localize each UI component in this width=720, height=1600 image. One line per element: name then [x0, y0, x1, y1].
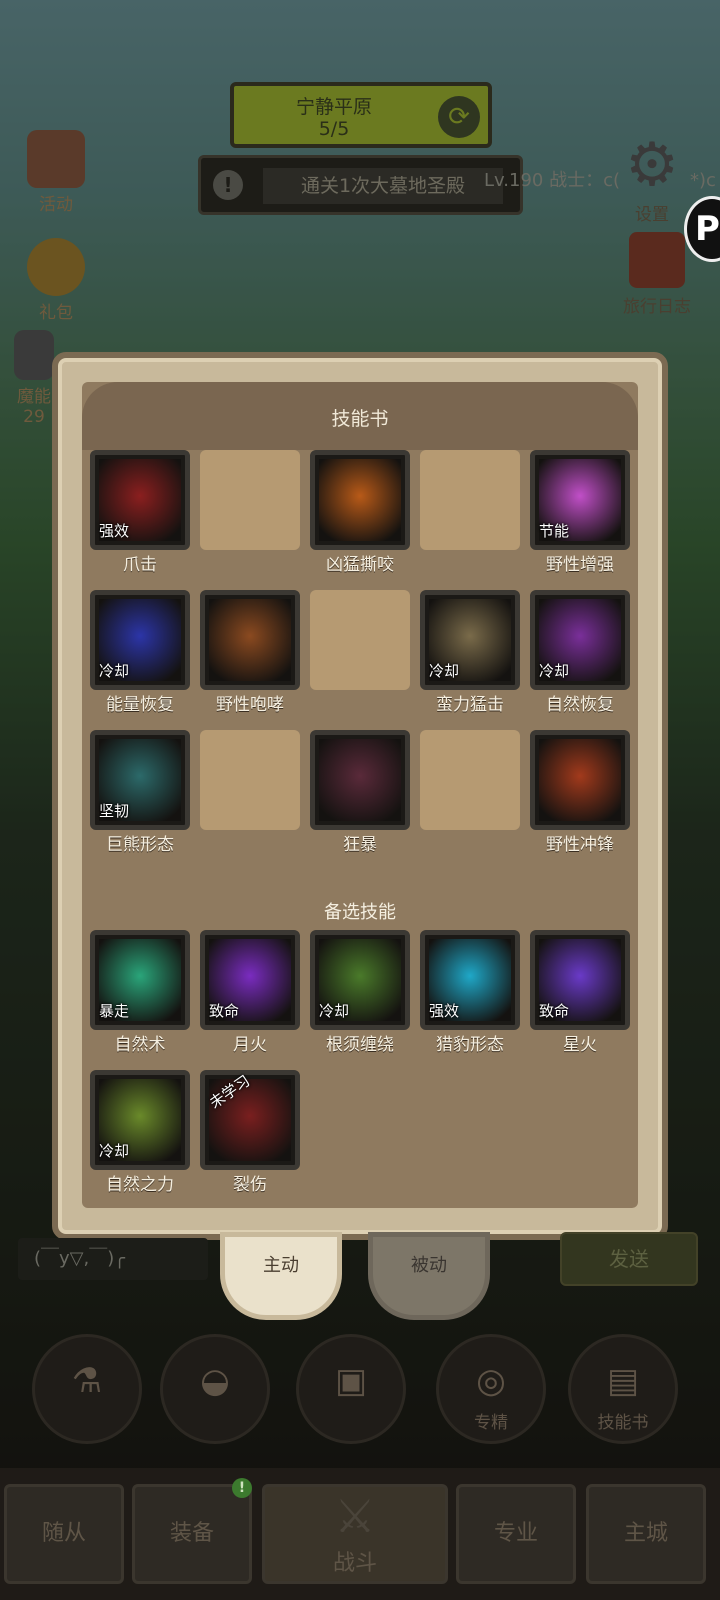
skill-name-label: 根须缠绕: [326, 1035, 394, 1055]
skill-modifier-tag: 强效: [99, 522, 130, 540]
chest-icon: ▣: [334, 1361, 368, 1401]
bread-button[interactable]: ◒: [160, 1334, 270, 1444]
skill-slot[interactable]: 冷却: [420, 590, 520, 690]
gift-button[interactable]: 礼包: [18, 238, 94, 323]
skill-modifier-tag: 致命: [209, 1002, 240, 1020]
nav-followers[interactable]: 随从: [4, 1484, 124, 1584]
gear-icon: ⚙: [625, 130, 679, 200]
alternate-skill-slot[interactable]: 冷却: [90, 1070, 190, 1170]
quest-text: 通关1次大墓地圣殿: [263, 168, 503, 204]
skill-name-label: 自然恢复: [546, 695, 614, 715]
skill-name-label: 自然术: [114, 1035, 166, 1055]
roar-icon: [209, 599, 291, 681]
skill-modifier-tag: 节能: [539, 522, 570, 540]
skill-slot[interactable]: 节能: [530, 450, 630, 550]
alternate-skill-slot[interactable]: 暴走: [90, 930, 190, 1030]
skill-modifier-tag: 强效: [429, 1002, 460, 1020]
alternate-skill-slot[interactable]: 未学习: [200, 1070, 300, 1170]
quest-bar[interactable]: ! 通关1次大墓地圣殿: [198, 155, 523, 215]
skill-slot[interactable]: 冷却: [530, 590, 630, 690]
skill-name-label: 猎豹形态: [436, 1035, 504, 1055]
panel-header: 技能书: [82, 382, 638, 450]
bread-icon: ◒: [200, 1361, 230, 1401]
skill-slot[interactable]: [200, 590, 300, 690]
refresh-icon[interactable]: ⟳: [438, 96, 480, 138]
skill-name-label: 凶猛撕咬: [326, 555, 394, 575]
skill-modifier-tag: 暴走: [99, 1002, 130, 1020]
activity-button[interactable]: 活动: [14, 130, 98, 215]
skill-name-label: 蛮力猛击: [436, 695, 504, 715]
berserk-bear-icon: [319, 739, 401, 821]
potion-icon: ⚗: [71, 1361, 103, 1401]
skill-modifier-tag: 冷却: [99, 1142, 130, 1160]
skill-slot[interactable]: [310, 730, 410, 830]
notification-badge: !: [232, 1478, 252, 1498]
skill-name-label: 星火: [563, 1035, 597, 1055]
skill-name-label: 裂伤: [233, 1175, 267, 1195]
empty-skill-slot[interactable]: [310, 590, 410, 690]
alternate-skill-slot[interactable]: 致命: [530, 930, 630, 1030]
nav-battle[interactable]: ⚔ 战斗: [262, 1484, 448, 1584]
helmet-icon: [14, 330, 54, 380]
zone-progress: 5/5: [318, 118, 350, 140]
tab-active-skills[interactable]: 主动: [220, 1232, 342, 1320]
ferocious-bite-icon: [319, 459, 401, 541]
skillbook-icon: ▤: [606, 1361, 640, 1401]
skill-modifier-tag: 冷却: [429, 662, 460, 680]
skill-modifier-tag: 致命: [539, 1002, 570, 1020]
skill-name-label: 狂暴: [343, 835, 377, 855]
book-icon: [27, 130, 85, 188]
panel-title: 技能书: [331, 408, 389, 430]
skill-name-label: 能量恢复: [106, 695, 174, 715]
skill-slot[interactable]: [530, 730, 630, 830]
skill-name-label: 野性增强: [546, 555, 614, 575]
skill-modifier-tag: 坚韧: [99, 802, 130, 820]
magic-button[interactable]: 魔能 29: [14, 330, 54, 427]
send-button[interactable]: 发送: [560, 1232, 698, 1286]
empty-skill-slot[interactable]: [420, 450, 520, 550]
settings-button[interactable]: ⚙ 设置: [612, 130, 692, 225]
skill-slot[interactable]: [310, 450, 410, 550]
empty-skill-slot[interactable]: [200, 730, 300, 830]
skill-modifier-tag: 冷却: [539, 662, 570, 680]
skillbook-button[interactable]: ▤ 技能书: [568, 1334, 678, 1444]
nav-equipment[interactable]: 装备: [132, 1484, 252, 1584]
skill-name-label: 巨熊形态: [106, 835, 174, 855]
skill-name-label: 自然之力: [106, 1175, 174, 1195]
empty-skill-slot[interactable]: [420, 730, 520, 830]
skill-name-label: 爪击: [123, 555, 157, 575]
chest-button[interactable]: ▣: [296, 1334, 406, 1444]
skill-slot[interactable]: 强效: [90, 450, 190, 550]
zone-banner[interactable]: 宁静平原 5/5 ⟳: [230, 82, 492, 148]
alternate-skill-slot[interactable]: 致命: [200, 930, 300, 1030]
specialization-icon: ◎: [476, 1361, 506, 1401]
skill-modifier-tag: 冷却: [99, 662, 130, 680]
skill-name-label: 野性咆哮: [216, 695, 284, 715]
alternate-skills-header: 备选技能: [80, 884, 640, 932]
charge-icon: [539, 739, 621, 821]
specialization-button[interactable]: ◎ 专精: [436, 1334, 546, 1444]
chat-input[interactable]: (￣y▽,￣)╭: [18, 1238, 208, 1280]
tab-passive-skills[interactable]: 被动: [368, 1232, 490, 1320]
alternate-skills-title: 备选技能: [324, 902, 396, 923]
coin-icon: [27, 238, 85, 296]
empty-skill-slot[interactable]: [200, 450, 300, 550]
zone-name: 宁静平原: [295, 96, 372, 118]
alternate-skill-slot[interactable]: 冷却: [310, 930, 410, 1030]
potion-button[interactable]: ⚗: [32, 1334, 142, 1444]
alternate-skill-slot[interactable]: 强效: [420, 930, 520, 1030]
alert-icon: !: [213, 170, 243, 200]
skill-name-label: 月火: [233, 1035, 267, 1055]
crossed-swords-icon: ⚔: [334, 1489, 376, 1543]
skill-slot[interactable]: 坚韧: [90, 730, 190, 830]
skill-name-label: 野性冲锋: [546, 835, 614, 855]
skill-slot[interactable]: 冷却: [90, 590, 190, 690]
skill-modifier-tag: 冷却: [319, 1002, 350, 1020]
nav-profession[interactable]: 专业: [456, 1484, 576, 1584]
journal-icon: [629, 232, 685, 288]
nav-main-city[interactable]: 主城: [586, 1484, 706, 1584]
